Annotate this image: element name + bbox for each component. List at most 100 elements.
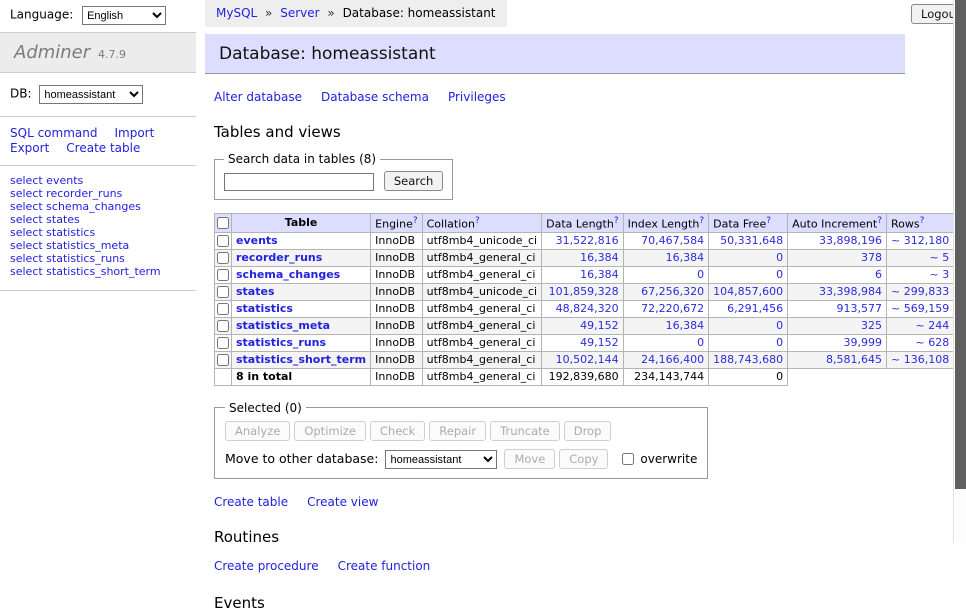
index-length-cell: 0 [623,266,709,283]
breadcrumb-server-link[interactable]: Server [280,6,319,20]
scrollbar-thumb[interactable] [955,0,966,489]
vertical-scrollbar[interactable] [953,0,966,543]
table-name-cell: statistics [232,300,371,317]
truncate-button[interactable]: Truncate [490,421,560,441]
db-select[interactable]: homeassistant [39,85,143,104]
breadcrumb-mysql-link[interactable]: MySQL [216,6,257,20]
language-select[interactable]: English [82,6,166,25]
check-button[interactable]: Check [370,421,425,441]
row-checkbox-statistics_runs[interactable] [217,337,229,349]
overwrite-label[interactable]: overwrite [640,452,697,466]
tables-heading: Tables and views [214,123,905,141]
optimize-button[interactable]: Optimize [294,421,366,441]
analyze-button[interactable]: Analyze [225,421,290,441]
adminer-logo-text: Adminer [14,42,90,63]
table-link-statistics_meta[interactable]: statistics_meta [236,319,330,332]
index-length-cell: 67,256,320 [623,283,709,300]
create-links: Create table Create view [214,495,905,509]
search-button[interactable]: Search [384,171,444,191]
link-import[interactable]: Import [114,126,154,140]
table-link-recorder_runs[interactable]: recorder_runs [236,251,322,264]
col-header-label: Rows [891,218,920,231]
table-row-statistics_short_term: statistics_short_termInnoDButf8mb4_gener… [215,351,966,368]
move-database-select[interactable]: homeassistant [385,450,497,469]
data-free-cell: 0 [709,249,788,266]
index-length-cell: 16,384 [623,317,709,334]
copy-button[interactable]: Copy [559,449,608,469]
select-all-checkbox[interactable] [217,217,229,229]
rows-cell: ~ 5 [887,249,954,266]
link-select-statistics-runs[interactable]: select statistics_runs [10,253,186,266]
help-link[interactable]: ? [877,216,882,226]
engine-cell: InnoDB [371,334,422,351]
drop-button[interactable]: Drop [564,421,612,441]
help-link[interactable]: ? [920,216,925,226]
auto-increment-cell: 913,577 [788,300,887,317]
move-button[interactable]: Move [504,449,555,469]
link-database-schema[interactable]: Database schema [321,90,429,104]
data-free-cell: 0 [709,266,788,283]
rows-cell: ~ 312,180 [887,232,954,249]
engine-cell: InnoDB [371,266,422,283]
row-checkbox-statistics_meta[interactable] [217,320,229,332]
auto-increment-cell: 325 [788,317,887,334]
link-privileges[interactable]: Privileges [448,90,506,104]
link-select-recorder-runs[interactable]: select recorder_runs [10,188,186,201]
link-create-procedure[interactable]: Create procedure [214,559,319,573]
row-checkbox-events[interactable] [217,235,229,247]
row-checkbox-schema_changes[interactable] [217,269,229,281]
table-link-statistics_runs[interactable]: statistics_runs [236,336,326,349]
collation-cell: utf8mb4_general_ci [422,249,541,266]
table-link-statistics_short_term[interactable]: statistics_short_term [236,353,366,366]
help-link[interactable]: ? [413,216,418,226]
link-select-schema-changes[interactable]: select schema_changes [10,201,186,214]
help-link[interactable]: ? [475,216,480,226]
link-select-statistics[interactable]: select statistics [10,227,186,240]
table-link-states[interactable]: states [236,285,275,298]
row-checkbox-statistics[interactable] [217,303,229,315]
col-header-engine: Engine? [371,214,422,233]
table-row-statistics_meta: statistics_metaInnoDButf8mb4_general_ci4… [215,317,966,334]
repair-button[interactable]: Repair [429,421,486,441]
link-create-view[interactable]: Create view [307,495,378,509]
collation-cell: utf8mb4_general_ci [422,317,541,334]
language-label: Language: [10,8,73,22]
help-link[interactable]: ? [614,216,619,226]
row-checkbox-recorder_runs[interactable] [217,252,229,264]
col-header-label: Table [285,216,318,229]
link-create-table[interactable]: Create table [66,141,140,155]
rows-cell: ~ 628 [887,334,954,351]
auto-increment-cell: 33,898,196 [788,232,887,249]
row-checkbox-states[interactable] [217,286,229,298]
col-header-collation: Collation? [422,214,541,233]
col-header-label: Data Length [546,218,614,231]
link-select-statistics-short-term[interactable]: select statistics_short_term [10,266,186,279]
link-select-states[interactable]: select states [10,214,186,227]
link-export[interactable]: Export [10,141,49,155]
search-fieldset: Search data in tables (8) Search [214,152,453,200]
help-link[interactable]: ? [699,216,704,226]
empty-cell [788,368,887,385]
data-free-cell: 50,331,648 [709,232,788,249]
breadcrumb-separator: » [327,6,334,20]
table-link-schema_changes[interactable]: schema_changes [236,268,340,281]
row-checkbox-statistics_short_term[interactable] [217,354,229,366]
link-alter-database[interactable]: Alter database [214,90,302,104]
col-header-label: Index Length [628,218,700,231]
overwrite-checkbox[interactable] [622,453,634,465]
data-free-cell: 188,743,680 [709,351,788,368]
table-link-statistics[interactable]: statistics [236,302,293,315]
table-link-events[interactable]: events [236,234,278,247]
help-link[interactable]: ? [766,216,771,226]
link-create-function[interactable]: Create function [338,559,431,573]
link-create-table[interactable]: Create table [214,495,288,509]
search-input[interactable] [224,173,374,191]
link-sql-command[interactable]: SQL command [10,126,97,140]
data-length-cell: 48,824,320 [542,300,623,317]
link-select-statistics-meta[interactable]: select statistics_meta [10,240,186,253]
auto-increment-cell: 33,398,984 [788,283,887,300]
col-header-rows: Rows? [887,214,954,233]
row-checkbox-cell [215,317,232,334]
engine-cell: InnoDB [371,317,422,334]
table-name-cell: recorder_runs [232,249,371,266]
